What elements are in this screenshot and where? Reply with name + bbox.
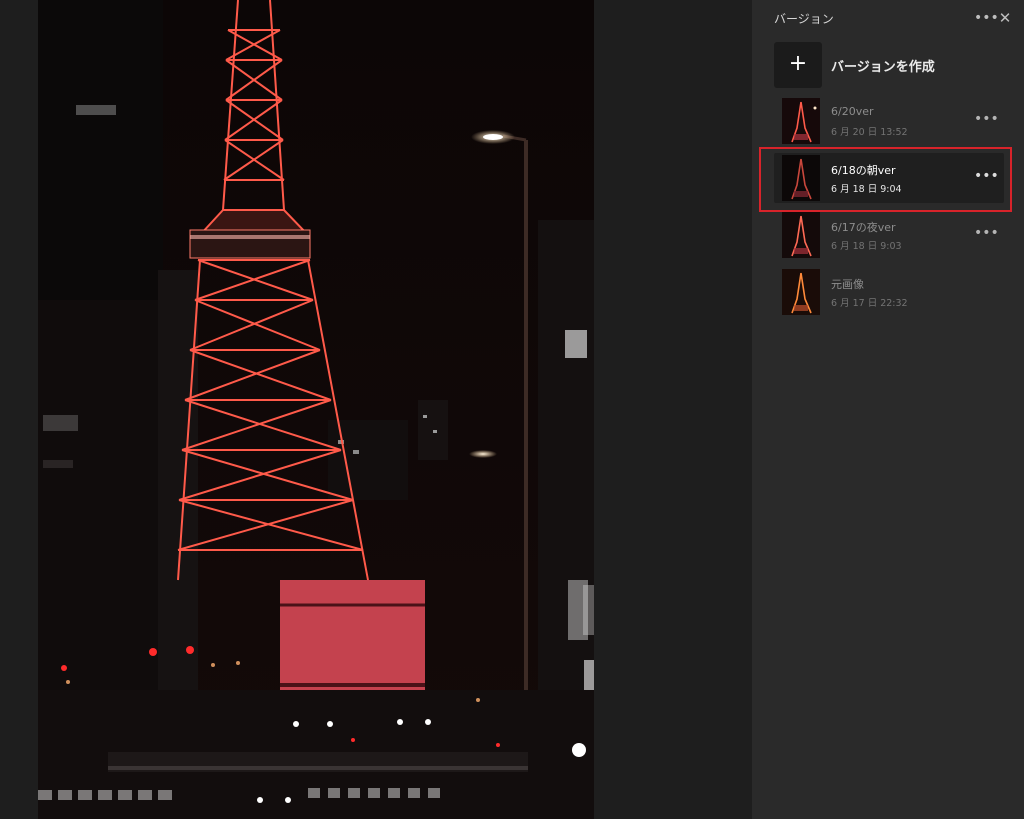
version-thumbnail	[782, 98, 820, 144]
canvas-area	[0, 0, 752, 819]
version-item-original[interactable]: 元画像 6 月 17 日 22:32	[774, 267, 1004, 317]
versions-panel: バージョン ••• ✕ + バージョンを作成 6/20ver 6 月 20 日 …	[752, 0, 1024, 819]
version-thumbnail	[782, 269, 820, 315]
version-item-6-17-night[interactable]: 6/17の夜ver 6 月 18 日 9:03 •••	[774, 210, 1004, 260]
version-date: 6 月 17 日 22:32	[831, 298, 908, 309]
version-date: 6 月 18 日 9:03	[831, 241, 902, 252]
tokyo-tower-night-photo	[38, 0, 594, 819]
version-item-6-20[interactable]: 6/20ver 6 月 20 日 13:52 •••	[774, 96, 1004, 146]
version-thumbnail	[782, 212, 820, 258]
panel-title: バージョン	[774, 12, 834, 26]
plus-icon: +	[774, 42, 822, 88]
version-name: 6/18の朝ver	[831, 164, 896, 177]
version-date: 6 月 20 日 13:52	[831, 127, 908, 138]
version-name: 元画像	[831, 278, 864, 291]
version-thumbnail	[782, 155, 820, 201]
create-version-button[interactable]: + バージョンを作成	[774, 42, 1004, 88]
photo-preview	[38, 0, 594, 819]
version-name: 6/17の夜ver	[831, 221, 896, 234]
close-icon[interactable]: ✕	[996, 9, 1014, 27]
more-horizontal-icon[interactable]: •••	[974, 9, 999, 27]
panel-header: バージョン ••• ✕	[774, 9, 1014, 29]
more-horizontal-icon[interactable]: •••	[974, 110, 999, 128]
create-version-label: バージョンを作成	[831, 60, 935, 75]
version-date: 6 月 18 日 9:04	[831, 184, 902, 195]
version-item-6-18-morning[interactable]: 6/18の朝ver 6 月 18 日 9:04 •••	[774, 153, 1004, 203]
version-name: 6/20ver	[831, 105, 874, 118]
more-horizontal-icon[interactable]: •••	[974, 167, 999, 185]
more-horizontal-icon[interactable]: •••	[974, 224, 999, 242]
